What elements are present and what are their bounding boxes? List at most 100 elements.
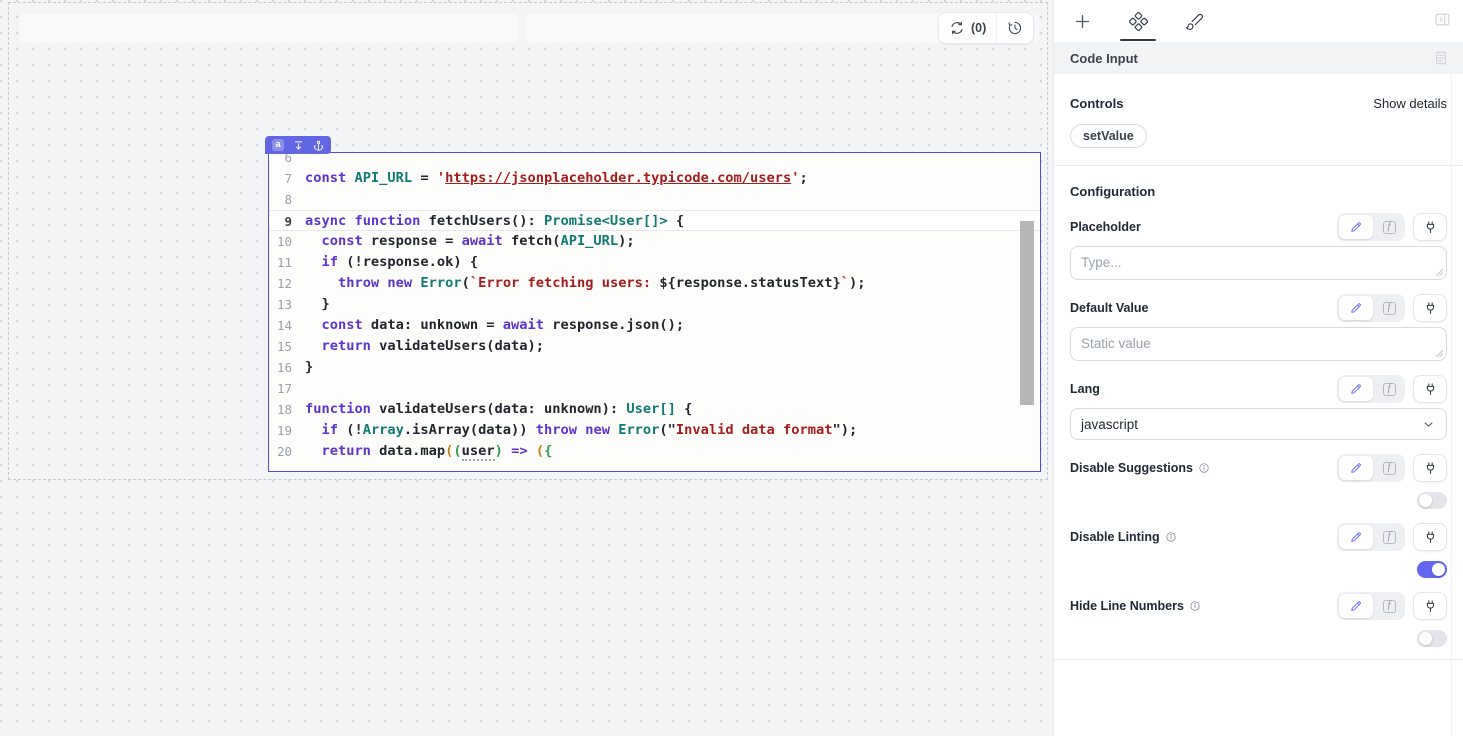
disable-linting-toggle[interactable] [1417, 561, 1447, 578]
line-number: 13 [269, 294, 298, 315]
placeholder-input[interactable] [1070, 246, 1447, 280]
edit-mode-button[interactable] [1339, 594, 1373, 618]
formula-mode-button[interactable]: f [1375, 215, 1403, 239]
code-line: 19 if (!Array.isArray(data)) throw new E… [269, 420, 1040, 441]
code-line: 6 [269, 152, 1040, 168]
history-icon [1007, 20, 1023, 36]
hide-line-numbers-toggle[interactable] [1417, 630, 1447, 647]
components-icon [1129, 12, 1148, 31]
bar-arrow-down-icon [293, 140, 304, 151]
widget-title: Code Input [1070, 51, 1138, 66]
bind-variable-button[interactable] [1413, 592, 1447, 620]
collapse-panel-icon [1434, 11, 1451, 28]
widget-label-badge: a [272, 139, 284, 151]
plug-icon [1423, 382, 1438, 397]
plug-icon [1423, 599, 1438, 614]
plug-icon [1423, 301, 1438, 316]
code-text: const API_URL = 'https://jsonplaceholder… [298, 168, 808, 189]
line-number: 11 [269, 252, 298, 273]
bind-variable-button[interactable] [1413, 375, 1447, 403]
field-label: Disable Linting [1070, 530, 1177, 544]
field-hide-line-numbers: Hide Line Numbers f [1070, 591, 1447, 647]
line-number: 12 [269, 273, 298, 294]
binding-controls: f [1337, 375, 1447, 403]
fx-icon: f [1383, 531, 1396, 544]
controls-heading: Controls [1070, 96, 1123, 111]
pencil-icon [1349, 599, 1363, 613]
edit-mode-button[interactable] [1339, 296, 1373, 320]
field-label: Default Value [1070, 301, 1149, 315]
widget-selection-toolbar[interactable]: a [265, 136, 331, 154]
tab-styles[interactable] [1166, 0, 1222, 42]
code-text [298, 378, 305, 399]
editor-canvas[interactable]: (0) a 67const API_URL = 'https://jsonpla… [0, 0, 1053, 736]
code-line: 17 [269, 378, 1040, 399]
edit-mode-button[interactable] [1339, 456, 1373, 480]
formula-mode-button[interactable]: f [1375, 594, 1403, 618]
code-text: if (!response.ok) { [298, 252, 478, 273]
pencil-icon [1349, 382, 1363, 396]
canvas-action-bar: (0) [938, 12, 1034, 44]
bind-variable-button[interactable] [1413, 213, 1447, 241]
field-disable-linting: Disable Linting f [1070, 522, 1447, 578]
fx-icon: f [1383, 600, 1396, 613]
section-divider [1054, 165, 1463, 166]
panel-scrollbar-track [1451, 42, 1452, 736]
field-label: Hide Line Numbers [1070, 599, 1201, 613]
panel-body: Controls Show details setValue Configura… [1054, 96, 1463, 660]
info-icon [1198, 462, 1210, 474]
show-details-link[interactable]: Show details [1373, 96, 1447, 111]
code-line: 8 [269, 189, 1040, 210]
formula-mode-button[interactable]: f [1375, 377, 1403, 401]
line-number: 17 [269, 378, 298, 399]
code-text: } [298, 294, 330, 315]
editor-scrollbar[interactable] [1020, 221, 1034, 405]
refresh-button[interactable]: (0) [939, 13, 996, 43]
code-text: function validateUsers(data: unknown): U… [298, 399, 692, 420]
lang-select[interactable]: javascript [1070, 408, 1447, 440]
edit-mode-button[interactable] [1339, 377, 1373, 401]
method-chip-setValue[interactable]: setValue [1070, 124, 1147, 148]
bar-arrow-down-icon[interactable] [293, 140, 304, 151]
info-icon [1165, 531, 1177, 543]
bind-variable-button[interactable] [1413, 523, 1447, 551]
code-line [269, 462, 1040, 473]
tab-properties[interactable] [1110, 0, 1166, 42]
line-number: 8 [269, 189, 298, 210]
code-line: 18function validateUsers(data: unknown):… [269, 399, 1040, 420]
default-value-input[interactable] [1070, 327, 1447, 361]
tab-add[interactable] [1054, 0, 1110, 42]
code-line: 10 const response = await fetch(API_URL)… [269, 231, 1040, 252]
code-input-widget[interactable]: 67const API_URL = 'https://jsonplacehold… [268, 152, 1041, 472]
edit-mode-button[interactable] [1339, 525, 1373, 549]
edit-mode-button[interactable] [1339, 215, 1373, 239]
collapse-panel-button[interactable] [1434, 11, 1451, 28]
formula-mode-button[interactable]: f [1375, 296, 1403, 320]
history-button[interactable] [996, 13, 1033, 43]
disable-suggestions-toggle[interactable] [1417, 492, 1447, 509]
fx-icon: f [1383, 462, 1396, 475]
refresh-count: (0) [971, 21, 986, 35]
code-text: const response = await fetch(API_URL); [298, 231, 635, 252]
code-line: 16} [269, 357, 1040, 378]
anchor-icon[interactable] [313, 140, 324, 151]
formula-mode-button[interactable]: f [1375, 456, 1403, 480]
code-editor[interactable]: 67const API_URL = 'https://jsonplacehold… [269, 152, 1040, 472]
app-window: (0) a 67const API_URL = 'https://jsonpla… [0, 0, 1463, 736]
formula-mode-button[interactable]: f [1375, 525, 1403, 549]
binding-controls: f [1337, 523, 1447, 551]
pencil-icon [1349, 220, 1363, 234]
control-methods: setValue [1070, 124, 1447, 148]
plus-icon [1073, 12, 1092, 31]
code-text: throw new Error(`Error fetching users: $… [298, 273, 865, 294]
bind-variable-button[interactable] [1413, 294, 1447, 322]
bind-variable-button[interactable] [1413, 454, 1447, 482]
line-number: 19 [269, 420, 298, 441]
section-divider [1054, 659, 1463, 660]
code-text [298, 152, 305, 168]
code-line: 14 const data: unknown = await response.… [269, 315, 1040, 336]
notes-icon[interactable] [1433, 50, 1449, 66]
field-label: Disable Suggestions [1070, 461, 1210, 475]
field-lang: Langfjavascript [1070, 374, 1447, 440]
empty-drop-zone [19, 13, 519, 43]
